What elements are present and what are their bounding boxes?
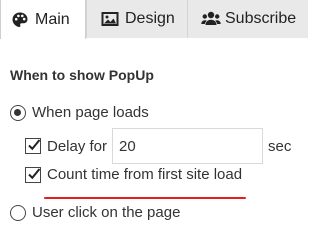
highlight-underline — [44, 197, 246, 199]
tab-design-label: Design — [125, 10, 175, 27]
delay-input[interactable] — [112, 128, 263, 164]
delay-checkbox[interactable] — [25, 138, 41, 154]
tab-design[interactable]: Design — [86, 0, 187, 38]
count-time-label: Count time from first site load — [47, 166, 243, 183]
tab-main-label: Main — [35, 10, 70, 28]
page-load-radio[interactable] — [10, 105, 26, 121]
page-load-label: When page loads — [32, 104, 149, 121]
image-icon — [101, 10, 119, 28]
tab-bar: Main Design Subscribe — [0, 0, 308, 39]
tab-subscribe-label: Subscribe — [225, 10, 297, 27]
count-time-checkbox[interactable] — [25, 167, 41, 183]
checkmark-icon — [28, 139, 41, 151]
tab-main[interactable]: Main — [0, 0, 86, 39]
checkmark-icon — [28, 168, 41, 180]
click-radio[interactable] — [10, 205, 26, 221]
users-icon — [201, 10, 221, 28]
delay-label: Delay for — [47, 138, 108, 155]
palette-icon — [11, 11, 29, 29]
section-title: When to show PopUp — [10, 67, 154, 83]
click-label: User click on the page — [32, 204, 181, 221]
delay-unit: sec — [268, 138, 292, 155]
tab-subscribe[interactable]: Subscribe — [187, 0, 308, 38]
